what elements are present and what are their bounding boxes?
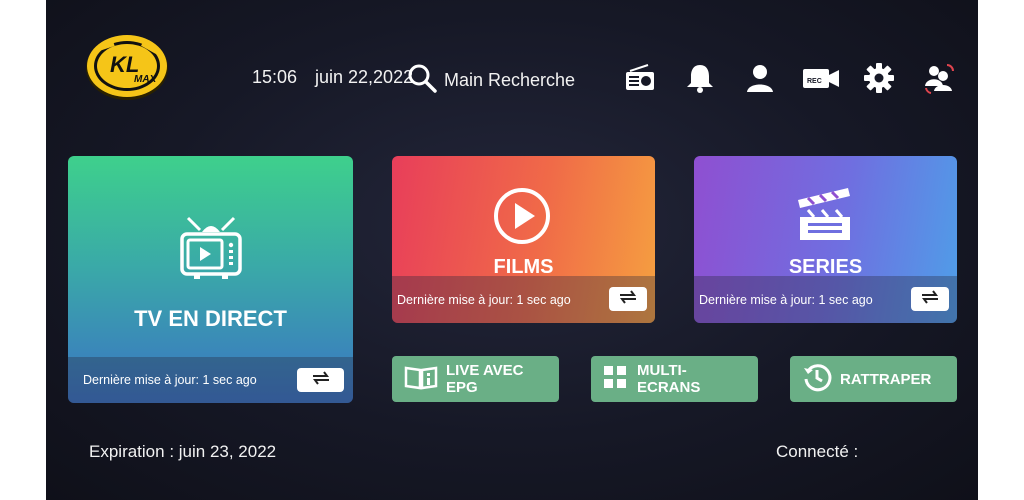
radio-icon[interactable] xyxy=(624,62,656,94)
grid-icon xyxy=(603,365,627,394)
svg-text:REC: REC xyxy=(807,78,822,85)
rattraper-button[interactable]: RATTRAPER xyxy=(790,356,957,402)
tv-card-updated-text: Dernière mise à jour: 1 sec ago xyxy=(83,373,257,387)
connection-status: Connecté : xyxy=(776,442,859,461)
switch-user-icon[interactable] xyxy=(922,62,954,94)
films-refresh-button[interactable] xyxy=(609,287,647,311)
logo: KL MAX xyxy=(84,30,170,102)
tv-icon xyxy=(180,216,242,285)
clock-date: juin 22,2022 xyxy=(315,67,414,87)
multi-ecrans-label-line1: MULTI- xyxy=(637,362,687,379)
logo-text-bottom: MAX xyxy=(134,74,158,85)
live-epg-button[interactable]: LIVE AVEC EPG xyxy=(392,356,559,402)
series-card-updated-text: Dernière mise à jour: 1 sec ago xyxy=(699,293,873,307)
refresh-icon xyxy=(617,289,639,310)
live-epg-label-line1: LIVE AVEC xyxy=(446,362,524,379)
tv-card-title: TV EN DIRECT xyxy=(134,306,287,331)
play-icon xyxy=(492,186,552,251)
search-button[interactable]: Main Recherche xyxy=(406,62,575,99)
bell-icon[interactable] xyxy=(684,62,716,94)
films-card-updated-text: Dernière mise à jour: 1 sec ago xyxy=(397,293,571,307)
rattraper-label: RATTRAPER xyxy=(840,370,932,388)
films-card-footer: Dernière mise à jour: 1 sec ago xyxy=(392,276,655,323)
gear-icon[interactable] xyxy=(863,62,895,94)
clock-time: 15:06 xyxy=(252,67,298,87)
series-card[interactable]: SERIES Dernière mise à jour: 1 sec ago xyxy=(694,156,957,323)
search-icon xyxy=(406,62,438,99)
clapperboard-icon xyxy=(794,186,854,247)
refresh-icon xyxy=(310,370,332,391)
films-card[interactable]: FILMS Dernière mise à jour: 1 sec ago xyxy=(392,156,655,323)
history-icon xyxy=(802,362,832,397)
expiration-text: Expiration : juin 23, 2022 xyxy=(89,442,277,461)
search-label: Main Recherche xyxy=(444,70,576,90)
tv-card-footer: Dernière mise à jour: 1 sec ago xyxy=(68,357,353,403)
series-card-footer: Dernière mise à jour: 1 sec ago xyxy=(694,276,957,323)
tv-en-direct-card[interactable]: TV EN DIRECT Dernière mise à jour: 1 sec… xyxy=(68,156,353,403)
user-icon[interactable] xyxy=(744,62,776,94)
series-refresh-button[interactable] xyxy=(911,287,949,311)
live-epg-label-line2: EPG xyxy=(446,379,478,396)
app-screen: KL MAX 15:06 juin 22,2022 Main Recherche… xyxy=(46,0,978,500)
rec-camera-icon[interactable]: REC xyxy=(802,62,840,94)
tv-refresh-button[interactable] xyxy=(297,368,344,392)
multi-ecrans-button[interactable]: MULTI- ECRANS xyxy=(591,356,758,402)
epg-book-icon xyxy=(404,364,438,395)
refresh-icon xyxy=(919,289,941,310)
multi-ecrans-label-line2: ECRANS xyxy=(637,379,701,396)
